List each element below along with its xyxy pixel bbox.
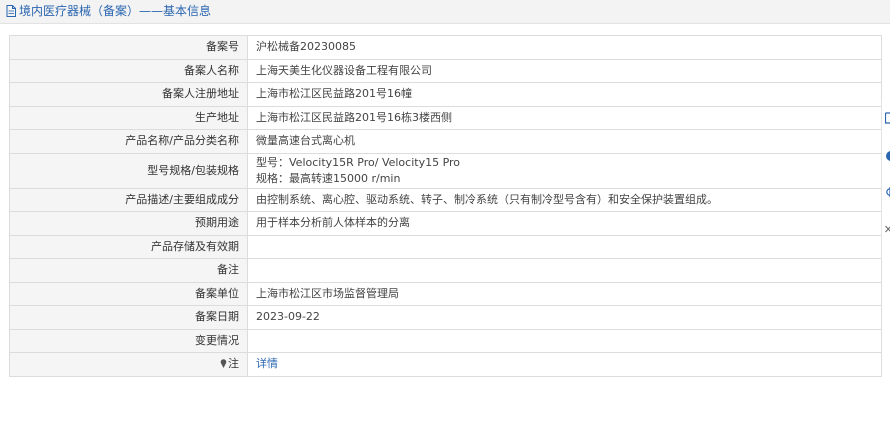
document-icon[interactable] [885,112,890,124]
basic-info-table: 备案号 沪松械备20230085 备案人名称 上海天美生化仪器设备工程有限公司 … [9,35,882,377]
spec-line: 规格：最高转速15000 r/min [256,171,401,185]
table-row: 备案人注册地址 上海市松江区民益路201号16幢 [9,82,882,107]
share-icon[interactable] [885,186,890,198]
page-title-text: 境内医疗器械（备案）——基本信息 [19,4,212,18]
row-value [247,258,882,283]
row-label: 产品名称/产品分类名称 [9,129,248,154]
table-row: 注 详情 [9,352,882,377]
row-label: 备注 [9,258,248,283]
row-label: 变更情况 [9,328,248,353]
table-row: 变更情况 [9,328,882,353]
row-label: 备案号 [9,35,248,60]
row-value [247,328,882,353]
page-title: 境内医疗器械（备案）——基本信息 [6,4,211,18]
table-row: 预期用途 用于样本分析前人体样本的分离 [9,211,882,236]
row-value: 用于样本分析前人体样本的分离 [247,211,882,236]
row-label: 备案人注册地址 [9,82,248,107]
model-line: 型号：Velocity15R Pro/ Velocity15 Pro [256,155,461,169]
row-value: 详情 [247,352,882,377]
details-link[interactable]: 详情 [256,357,278,370]
row-value: 型号：Velocity15R Pro/ Velocity15 Pro 规格：最高… [247,152,882,189]
row-value: 微量高速台式离心机 [247,129,882,154]
table-row: 备案人名称 上海天美生化仪器设备工程有限公司 [9,58,882,83]
row-label: 产品存储及有效期 [9,234,248,259]
table-row: 备案单位 上海市松江区市场监督管理局 [9,281,882,306]
row-value: 上海市松江区市场监督管理局 [247,281,882,306]
close-icon[interactable] [885,224,890,236]
row-label: 生产地址 [9,105,248,130]
row-label: 型号规格/包装规格 [9,152,248,189]
row-value: 上海市松江区民益路201号16幢 [247,82,882,107]
side-toolbar [881,100,890,260]
circle-icon[interactable] [885,150,890,162]
row-label: 注 [9,352,248,377]
row-value: 2023-09-22 [247,305,882,330]
table-row: 型号规格/包装规格 型号：Velocity15R Pro/ Velocity15… [9,152,882,189]
row-label: 产品描述/主要组成成分 [9,187,248,212]
bottom-spacer [0,414,890,424]
row-label: 备案人名称 [9,58,248,83]
row-value: 由控制系统、离心腔、驱动系统、转子、制冷系统（只有制冷型号含有）和安全保护装置组… [247,187,882,212]
row-label: 备案单位 [9,281,248,306]
table-row: 备案日期 2023-09-22 [9,305,882,330]
table-row: 生产地址 上海市松江区民益路201号16栋3楼西侧 [9,105,882,130]
row-value: 上海市松江区民益路201号16栋3楼西侧 [247,105,882,130]
row-value [247,234,882,259]
table-row: 产品存储及有效期 [9,234,882,259]
document-icon [6,5,16,17]
row-label: 预期用途 [9,211,248,236]
table-row: 备注 [9,258,882,283]
pin-icon [220,359,227,369]
row-label: 备案日期 [9,305,248,330]
table-row: 产品描述/主要组成成分 由控制系统、离心腔、驱动系统、转子、制冷系统（只有制冷型… [9,187,882,212]
table-row: 备案号 沪松械备20230085 [9,35,882,60]
note-label: 注 [228,357,239,371]
row-value: 上海天美生化仪器设备工程有限公司 [247,58,882,83]
row-value: 沪松械备20230085 [247,35,882,60]
table-row: 产品名称/产品分类名称 微量高速台式离心机 [9,129,882,154]
header-bar: 境内医疗器械（备案）——基本信息 [0,0,890,24]
